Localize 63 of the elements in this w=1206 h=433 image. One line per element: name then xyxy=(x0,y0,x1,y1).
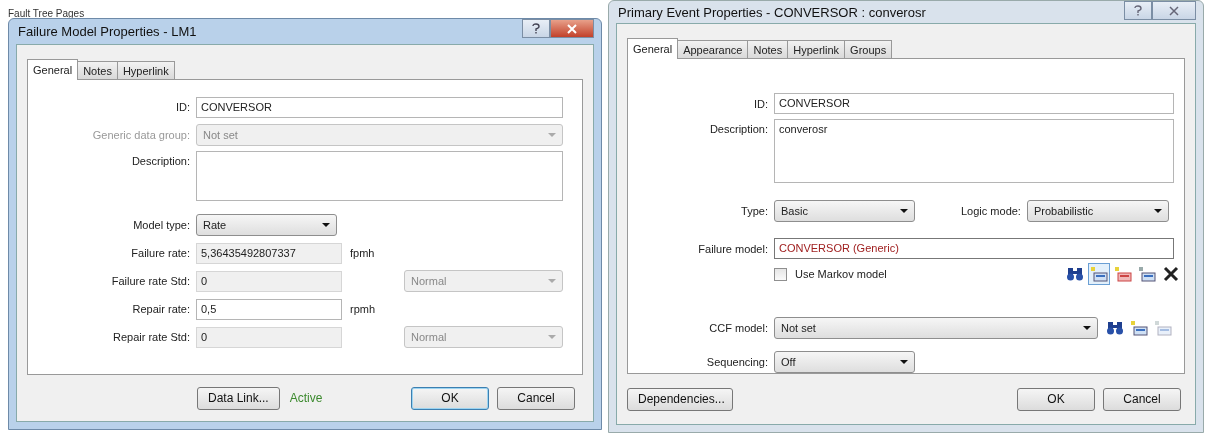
field-label: Repair rate Std: xyxy=(111,331,191,343)
help-icon xyxy=(1134,5,1142,16)
tab[interactable]: Appearance xyxy=(677,40,749,58)
dropdown[interactable]: Probabilistic xyxy=(1026,200,1169,223)
unit-label: fpmh xyxy=(350,247,375,259)
field-label: Repair rate: xyxy=(131,303,191,315)
cancel-button[interactable]: Cancel xyxy=(1103,387,1181,411)
ok-button[interactable]: OK xyxy=(411,386,489,410)
field-label: Model type: xyxy=(132,219,191,231)
help-button[interactable] xyxy=(522,19,550,38)
close-icon xyxy=(1169,5,1179,16)
tab[interactable]: Notes xyxy=(77,61,118,79)
dropdown[interactable]: Not set xyxy=(774,317,1098,339)
dropdown[interactable]: Off xyxy=(774,351,915,373)
close-icon xyxy=(567,23,577,34)
new-item-icon[interactable] xyxy=(1088,263,1110,286)
field-label: Failure rate: xyxy=(130,247,191,259)
cancel-button[interactable]: Cancel xyxy=(497,386,575,410)
input-field[interactable]: CONVERSOR (Generic) xyxy=(774,238,1174,260)
caret-icon xyxy=(322,223,330,227)
checkbox[interactable] xyxy=(774,267,787,281)
input-field[interactable]: CONVERSOR xyxy=(196,96,563,118)
tab[interactable]: General xyxy=(627,38,679,59)
field-label: Logic mode: xyxy=(961,205,1022,218)
field-label: Generic data group: xyxy=(91,129,191,141)
close-button[interactable] xyxy=(1152,1,1196,20)
tab[interactable]: Notes xyxy=(747,40,789,58)
field-label: CCF model: xyxy=(708,322,769,334)
help-button[interactable] xyxy=(1124,1,1152,20)
caret-icon xyxy=(548,279,556,283)
field-label: ID: xyxy=(752,97,769,110)
field-label: Failure model: xyxy=(697,242,769,255)
tab[interactable]: General xyxy=(27,59,79,80)
help-icon xyxy=(532,23,540,34)
field-label: Description: xyxy=(130,154,191,167)
unit-label: rpmh xyxy=(350,303,376,315)
input-field[interactable]: 0,5 xyxy=(196,298,342,320)
caret-icon xyxy=(1083,326,1091,330)
data-link-button[interactable]: Data Link... xyxy=(197,386,280,410)
ok-button[interactable]: OK xyxy=(1017,387,1095,411)
dropdown[interactable]: Basic xyxy=(774,200,915,223)
field-label: Failure rate Std: xyxy=(110,275,191,287)
field-label: ID: xyxy=(174,101,191,113)
caret-icon xyxy=(1153,209,1162,214)
field-label: Sequencing: xyxy=(705,356,769,368)
window-title: Failure Model Properties - LM1 xyxy=(17,24,197,39)
caret-icon xyxy=(548,335,556,339)
tab[interactable]: Groups xyxy=(844,40,893,58)
caret-icon xyxy=(900,209,908,214)
caret-icon xyxy=(548,133,556,137)
window-title: Primary Event Properties - CONVERSOR : converosr xyxy=(617,4,926,20)
caret-icon xyxy=(900,360,908,364)
field-label: Type: xyxy=(740,205,769,218)
close-button[interactable] xyxy=(550,19,594,38)
status-label: Active xyxy=(289,391,323,405)
dependencies-button[interactable]: Dependencies... xyxy=(627,387,733,411)
input-field[interactable]: CONVERSOR xyxy=(774,93,1174,115)
tab[interactable]: Hyperlink xyxy=(116,61,175,79)
field-label: Description: xyxy=(708,121,769,135)
dropdown[interactable]: Rate xyxy=(196,214,337,236)
text-area[interactable]: converosr xyxy=(774,118,1174,183)
tab[interactable]: Hyperlink xyxy=(787,40,846,58)
checkbox-label: Use Markov model xyxy=(795,268,887,281)
